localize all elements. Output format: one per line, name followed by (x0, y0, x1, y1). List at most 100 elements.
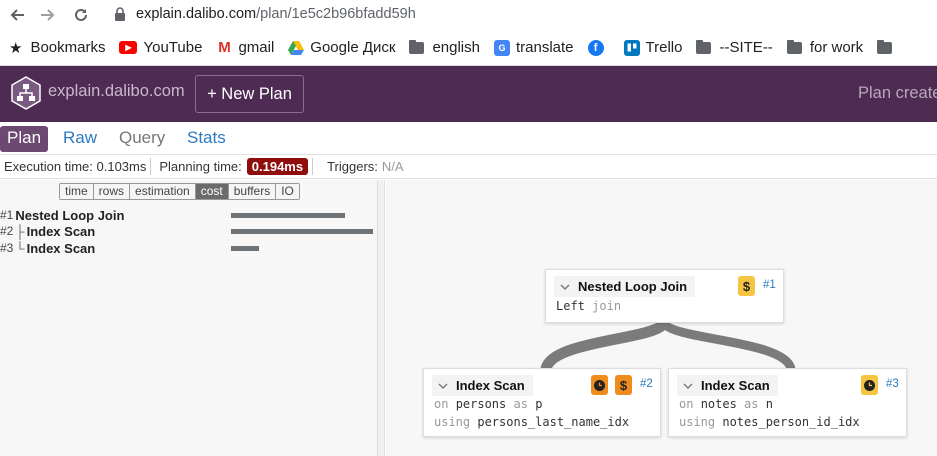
node-relation: on notes as n (679, 397, 773, 411)
metric-time-button[interactable]: time (60, 184, 94, 199)
node-title[interactable]: Index Scan (432, 375, 533, 396)
plan-diagram[interactable]: Nested Loop Join $ #1 Left join Index Sc… (386, 180, 937, 456)
tab-raw[interactable]: Raw (56, 126, 104, 152)
bookmarks-bar: ★ Bookmarks ▶ YouTube Mgmail Google Диск e… (0, 30, 937, 66)
forward-arrow-icon[interactable] (34, 1, 62, 29)
tab-query[interactable]: Query (112, 126, 172, 152)
address-bar[interactable]: explain.dalibo.com/plan/1e5c2b96bfadd59h (136, 6, 416, 22)
node-number[interactable]: #2 (640, 378, 653, 390)
tree-node-3[interactable]: #3 └ Index Scan (0, 240, 95, 256)
bookmark-gmail[interactable]: Mgmail (216, 39, 274, 56)
link-left (540, 319, 669, 372)
execution-time-value: 0.103ms (96, 159, 147, 174)
join-keyword: join (592, 299, 622, 313)
bookmark-label: gmail (238, 39, 275, 56)
bookmark-bookmarks[interactable]: ★ Bookmarks (9, 39, 105, 57)
metric-cost-button[interactable]: cost (195, 184, 229, 199)
metric-rows-button[interactable]: rows (93, 184, 131, 199)
folder-icon (409, 39, 425, 54)
link-right (659, 319, 796, 371)
execution-time: Execution time: 0.103ms (0, 158, 152, 175)
url-path: /plan/1e5c2b96bfadd59h (256, 6, 416, 22)
chevron-down-icon[interactable] (558, 280, 572, 294)
metric-selector: time rows estimation cost buffers IO (59, 183, 300, 200)
bookmark-english[interactable]: english (409, 39, 480, 56)
plan-created-label: Plan created (858, 84, 937, 102)
node-title[interactable]: Index Scan (677, 375, 778, 396)
bookmark-label: YouTube (143, 39, 203, 56)
as-keyword: as (744, 397, 759, 411)
index-name: persons_last_name_idx (477, 415, 630, 429)
relation-alias: p (535, 397, 543, 411)
bookmark-trello[interactable]: Trello (623, 39, 682, 56)
url-host: explain.dalibo.com (136, 6, 257, 22)
gmail-icon: M (218, 39, 231, 56)
metric-buffers-button[interactable]: buffers (228, 184, 277, 199)
folder-icon (696, 39, 712, 54)
node-card-1[interactable]: Nested Loop Join $ #1 Left join (545, 269, 784, 323)
node-title-text: Nested Loop Join (578, 279, 688, 294)
lock-icon (115, 7, 125, 21)
execution-time-label: Execution time: (4, 159, 93, 174)
bookmark-label: --SITE-- (719, 39, 773, 56)
triggers-value: N/A (381, 159, 404, 174)
chevron-down-icon[interactable] (436, 379, 450, 393)
using-keyword: using (679, 415, 716, 429)
node-number[interactable]: #1 (763, 279, 776, 291)
tree-node-2[interactable]: #2 ├ Index Scan (0, 223, 95, 239)
node-name: Index Scan (26, 240, 96, 256)
planning-time-label: Planning time: (159, 159, 242, 174)
cost-bar-2 (231, 229, 373, 234)
node-card-2[interactable]: Index Scan $ #2 on persons as p using pe… (423, 368, 661, 437)
node-name: Nested Loop Join (15, 207, 125, 223)
tree-node-1[interactable]: #1 Nested Loop Join (0, 207, 124, 223)
relation-alias: n (765, 397, 773, 411)
tab-stats[interactable]: Stats (180, 126, 233, 152)
clock-icon (591, 375, 608, 395)
folder-icon (877, 39, 893, 54)
back-arrow-icon[interactable] (3, 1, 31, 29)
bookmark-label: Bookmarks (30, 39, 106, 56)
triggers-label: Triggers: (327, 159, 378, 174)
app-header: explain.dalibo.com + New Plan Plan creat… (0, 66, 937, 122)
browser-toolbar: explain.dalibo.com/plan/1e5c2b96bfadd59h (0, 0, 937, 30)
using-keyword: using (434, 415, 471, 429)
dollar-icon: $ (615, 375, 632, 395)
trello-icon (623, 39, 640, 56)
new-plan-button[interactable]: + New Plan (195, 75, 304, 113)
metric-estimation-button[interactable]: estimation (130, 184, 196, 199)
planning-time: Planning time: 0.194ms (151, 158, 314, 175)
chevron-down-icon[interactable] (681, 379, 695, 393)
node-title[interactable]: Nested Loop Join (554, 276, 696, 297)
bookmark-translate[interactable]: Gtranslate (493, 39, 574, 56)
bookmark-youtube[interactable]: ▶ YouTube (119, 39, 202, 56)
panel-splitter[interactable] (378, 180, 385, 456)
cost-bar-3 (231, 246, 259, 251)
bookmark-overflow-folder[interactable] (877, 39, 900, 54)
google-drive-icon (288, 40, 305, 56)
bookmark-site[interactable]: --SITE-- (696, 39, 773, 56)
index-name: notes_person_id_idx (722, 415, 860, 429)
on-keyword: on (679, 397, 694, 411)
logo-icon[interactable] (10, 76, 42, 110)
node-card-3[interactable]: Index Scan #3 on notes as n using notes_… (668, 368, 907, 437)
node-number[interactable]: #3 (886, 378, 899, 390)
reload-icon[interactable] (67, 1, 95, 29)
bookmark-for-work[interactable]: for work (786, 39, 863, 56)
folder-icon (786, 39, 802, 54)
bookmark-google-drive[interactable]: Google Диск (288, 39, 395, 56)
dollar-icon: $ (738, 276, 755, 296)
tree-branch: └ (15, 240, 25, 256)
tab-plan[interactable]: Plan (0, 126, 49, 152)
node-name: Index Scan (26, 223, 96, 239)
cost-bar-1 (231, 213, 345, 218)
brand-name[interactable]: explain.dalibo.com (48, 82, 185, 101)
bookmark-facebook[interactable]: f (587, 39, 610, 56)
planning-time-badge: 0.194ms (246, 158, 309, 175)
node-number: #3 (0, 241, 14, 255)
tree-branch: ├ (15, 223, 25, 239)
bookmark-label: translate (515, 39, 574, 56)
relation-name: persons (455, 397, 507, 411)
youtube-icon: ▶ (119, 41, 138, 54)
metric-io-button[interactable]: IO (276, 184, 299, 199)
